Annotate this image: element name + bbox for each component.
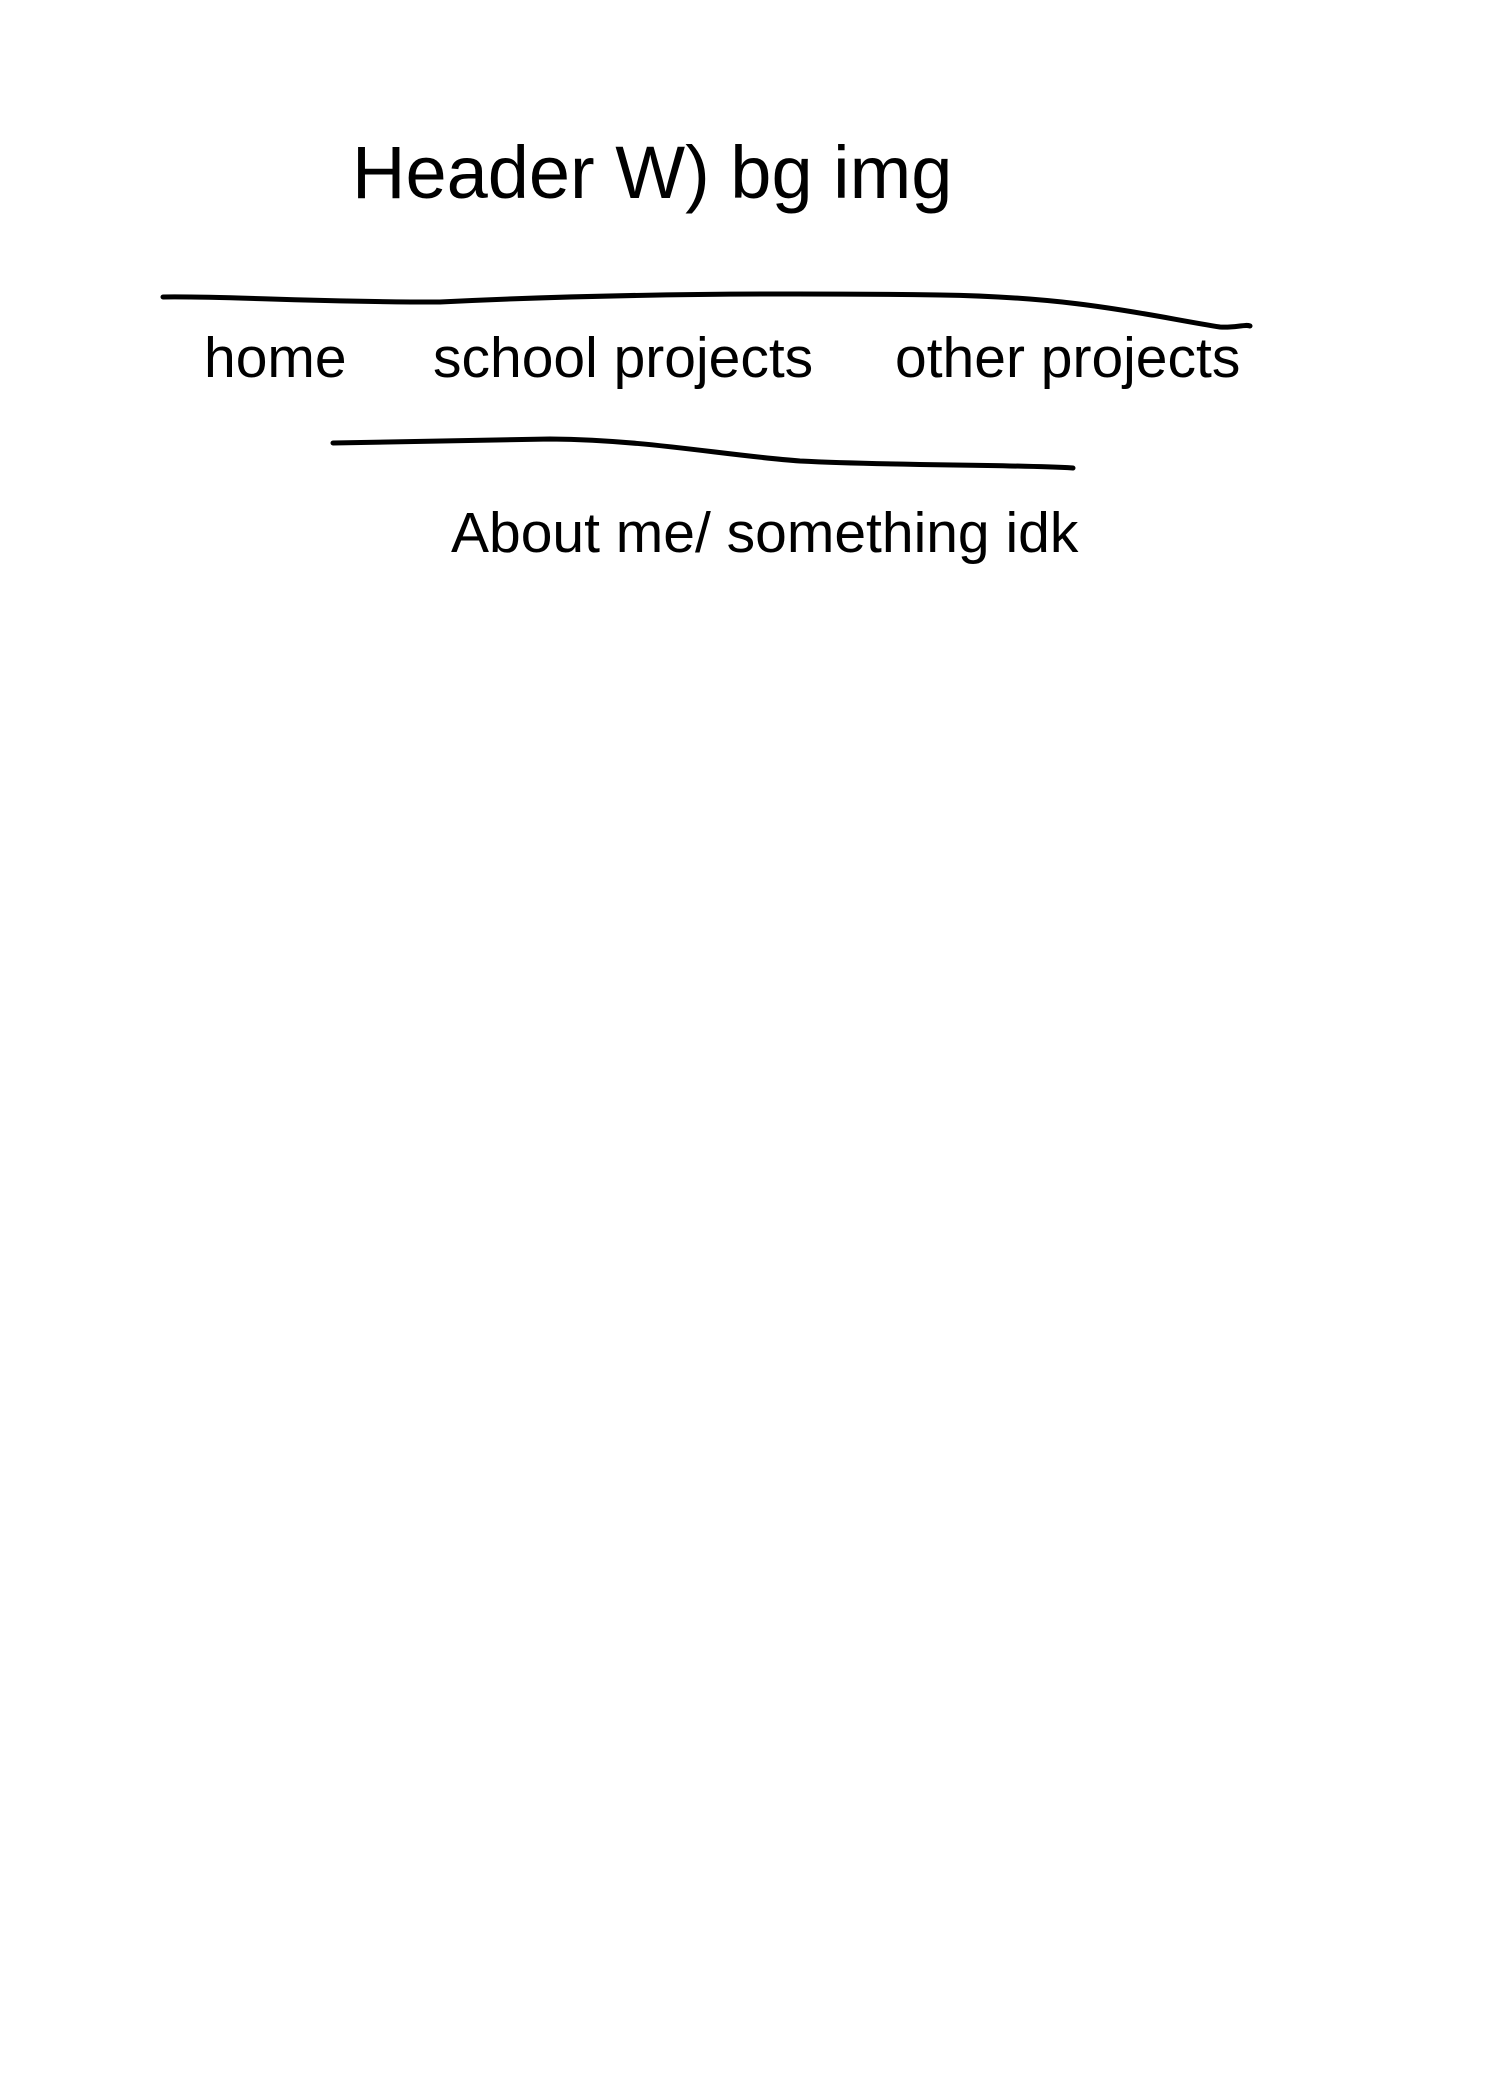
about-section-label: About me/ something idk [451,501,1079,565]
nav-item-home[interactable]: home [204,330,347,387]
nav-item-other-projects[interactable]: other projects [895,330,1240,387]
nav-bottom-divider [330,436,1076,471]
header-title: Header W) bg img [352,131,953,214]
nav-item-school-projects[interactable]: school projects [433,330,813,387]
sketch-strokes [160,291,1253,471]
nav-top-divider [160,291,1253,330]
